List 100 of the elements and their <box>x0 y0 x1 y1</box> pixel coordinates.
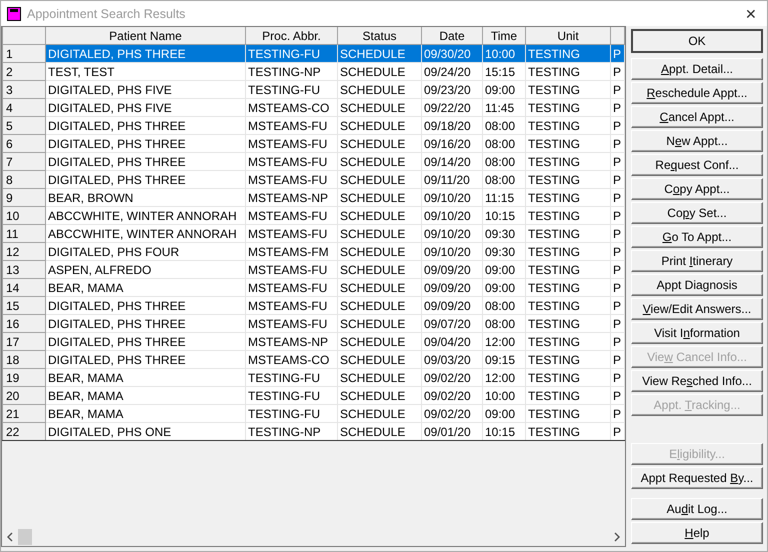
window-title: Appointment Search Results <box>27 6 186 20</box>
table-cell: 09:00 <box>482 278 526 296</box>
table-cell: SCHEDULE <box>338 332 422 350</box>
scroll-left-icon[interactable] <box>6 532 14 542</box>
column-header[interactable]: Proc. Abbr. <box>246 27 338 44</box>
table-cell: 09/09/20 <box>422 278 482 296</box>
action-button[interactable]: Appt Requested By... <box>631 467 763 489</box>
row-number: 5 <box>2 116 46 134</box>
table-cell: MSTEAMS-FM <box>246 242 338 260</box>
row-number: 16 <box>2 314 46 332</box>
table-cell: 09/02/20 <box>422 368 482 386</box>
scroll-right-icon[interactable] <box>613 532 621 542</box>
action-button[interactable]: Visit Information <box>631 322 763 344</box>
table-cell: 09/03/20 <box>422 350 482 368</box>
table-cell: TESTING <box>526 314 610 332</box>
column-header[interactable]: Time <box>482 27 526 44</box>
table-cell: 09/01/20 <box>422 422 482 440</box>
table-cell: TESTING <box>526 386 610 404</box>
table-cell: TESTING <box>526 62 610 80</box>
table-cell: TESTING-NP <box>246 422 338 440</box>
table-cell: DIGITALED, PHS FIVE <box>46 98 246 116</box>
table-cell: BEAR, BROWN <box>46 188 246 206</box>
table-cell: TESTING <box>526 206 610 224</box>
table-cell: MSTEAMS-CO <box>246 350 338 368</box>
action-button[interactable]: Help <box>631 522 763 544</box>
row-number: 15 <box>2 296 46 314</box>
row-number: 10 <box>2 206 46 224</box>
table-cell: SCHEDULE <box>338 260 422 278</box>
row-number: 13 <box>2 260 46 278</box>
action-button[interactable]: Audit Log... <box>631 498 763 520</box>
table-cell: 09/10/20 <box>422 188 482 206</box>
table-cell: MSTEAMS-FU <box>246 296 338 314</box>
table-cell: DIGITALED, PHS FIVE <box>46 80 246 98</box>
table-cell: 10:00 <box>482 44 526 62</box>
action-button[interactable]: Appt Diagnosis <box>631 274 763 296</box>
table-cell: SCHEDULE <box>338 296 422 314</box>
table-cell: MSTEAMS-FU <box>246 314 338 332</box>
action-button[interactable]: View Resched Info... <box>631 370 763 392</box>
column-header[interactable]: Date <box>422 27 482 44</box>
table-cell: TESTING <box>526 116 610 134</box>
table-cell: DIGITALED, PHS THREE <box>46 332 246 350</box>
table-cell: MSTEAMS-NP <box>246 188 338 206</box>
action-button[interactable]: New Appt... <box>631 130 763 152</box>
table-cell: MSTEAMS-FU <box>246 224 338 242</box>
table-cell: 09:00 <box>482 404 526 422</box>
table-cell: SCHEDULE <box>338 206 422 224</box>
table-cell: MSTEAMS-FU <box>246 152 338 170</box>
table-cell: SCHEDULE <box>338 116 422 134</box>
table-cell: BEAR, MAMA <box>46 278 246 296</box>
row-number: 2 <box>2 62 46 80</box>
action-button[interactable]: Copy Appt... <box>631 178 763 200</box>
table-cell: MSTEAMS-FU <box>246 134 338 152</box>
row-number: 20 <box>2 386 46 404</box>
action-button[interactable]: View/Edit Answers... <box>631 298 763 320</box>
table-cell: DIGITALED, PHS THREE <box>46 134 246 152</box>
row-number: 14 <box>2 278 46 296</box>
table-cell: 09/14/20 <box>422 152 482 170</box>
table-cell: 08:00 <box>482 296 526 314</box>
table-cell: TESTING-NP <box>246 62 338 80</box>
table-cell: TESTING-FU <box>246 80 338 98</box>
table-cell: 09:30 <box>482 224 526 242</box>
table-cell: TESTING <box>526 80 610 98</box>
action-button[interactable]: Request Conf... <box>631 154 763 176</box>
table-cell: 09/22/20 <box>422 98 482 116</box>
table-cell: TESTING-FU <box>246 368 338 386</box>
table-cell: ABCCWHITE, WINTER ANNORAH <box>46 224 246 242</box>
action-button[interactable]: Go To Appt... <box>631 226 763 248</box>
table-cell: MSTEAMS-CO <box>246 98 338 116</box>
close-button[interactable]: ✕ <box>735 6 767 22</box>
column-header[interactable]: Unit <box>526 27 610 44</box>
table-cell: TESTING-FU <box>246 44 338 62</box>
column-header[interactable]: Status <box>338 27 422 44</box>
row-number: 18 <box>2 350 46 368</box>
action-button[interactable]: OK <box>631 29 763 53</box>
table-cell: TEST, TEST <box>46 62 246 80</box>
table-cell: 09/10/20 <box>422 224 482 242</box>
table-cell: TESTING-FU <box>246 386 338 404</box>
table-cell: 09/24/20 <box>422 62 482 80</box>
table-cell: BEAR, MAMA <box>46 404 246 422</box>
table-cell: SCHEDULE <box>338 80 422 98</box>
table-cell: TESTING <box>526 152 610 170</box>
action-button[interactable]: Cancel Appt... <box>631 106 763 128</box>
table-cell: DIGITALED, PHS THREE <box>46 170 246 188</box>
table-cell: TESTING <box>526 170 610 188</box>
table-cell: TESTING <box>526 242 610 260</box>
action-button[interactable]: Appt. Detail... <box>631 58 763 80</box>
action-button[interactable]: Copy Set... <box>631 202 763 224</box>
row-number: 7 <box>2 152 46 170</box>
table-cell: SCHEDULE <box>338 224 422 242</box>
table-cell: SCHEDULE <box>338 278 422 296</box>
row-number: 12 <box>2 242 46 260</box>
scrollbar-thumb[interactable] <box>18 529 32 545</box>
table-cell: 09/10/20 <box>422 242 482 260</box>
action-button[interactable]: Print Itinerary <box>631 250 763 272</box>
action-button[interactable]: Reschedule Appt... <box>631 82 763 104</box>
table-cell: 09/07/20 <box>422 314 482 332</box>
table-cell: SCHEDULE <box>338 188 422 206</box>
table-cell: DIGITALED, PHS THREE <box>46 152 246 170</box>
table-cell: 09/11/20 <box>422 170 482 188</box>
table-cell: SCHEDULE <box>338 98 422 116</box>
